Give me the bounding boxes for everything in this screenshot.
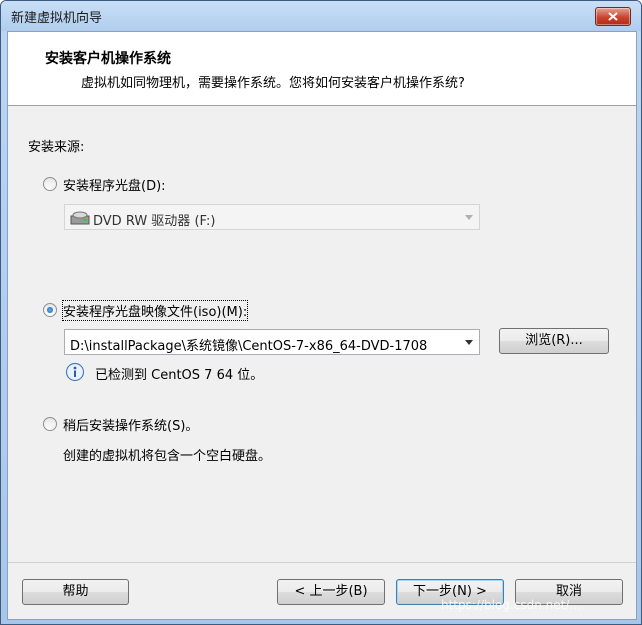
disc-drive-value: DVD RW 驱动器 (F:) <box>93 214 216 229</box>
wizard-body: 安装客户机操作系统 虚拟机如同物理机，需要操作系统。您将如何安装客户机操作系统?… <box>7 31 637 620</box>
help-button[interactable]: 帮助 <box>22 579 129 605</box>
iso-radio-label[interactable]: 安装程序光盘映像文件(iso)(M): <box>61 300 249 321</box>
chevron-down-icon <box>465 215 473 220</box>
disc-radio-label[interactable]: 安装程序光盘(D): <box>63 175 166 194</box>
page-subtitle: 虚拟机如同物理机，需要操作系统。您将如何安装客户机操作系统? <box>81 76 465 91</box>
close-button[interactable] <box>595 7 631 26</box>
install-source-label: 安装来源: <box>28 140 85 155</box>
detected-os-text: 已检测到 CentOS 7 64 位。 <box>95 368 264 383</box>
iso-path-value[interactable]: D:\installPackage\系统镜像\CentOS-7-x86_64-D… <box>70 335 427 354</box>
browse-button[interactable]: 浏览(R)... <box>499 328 609 354</box>
disc-radio[interactable] <box>43 177 57 191</box>
disc-drive-select[interactable]: DVD RW 驱动器 (F:) <box>64 204 480 230</box>
window-title: 新建虚拟机向导 <box>11 11 103 26</box>
later-radio-label[interactable]: 稍后安装操作系统(S)。 <box>63 415 198 434</box>
info-icon <box>65 362 85 382</box>
later-radio[interactable] <box>43 417 57 431</box>
close-icon <box>608 12 618 21</box>
wizard-header: 安装客户机操作系统 虚拟机如同物理机，需要操作系统。您将如何安装客户机操作系统? <box>8 32 636 106</box>
dvd-drive-icon <box>70 211 90 225</box>
title-bar[interactable]: 新建虚拟机向导 <box>1 1 641 31</box>
chevron-down-icon[interactable] <box>465 340 473 345</box>
page-title: 安装客户机操作系统 <box>45 51 171 67</box>
iso-radio[interactable] <box>43 303 57 317</box>
footer-divider <box>8 562 636 563</box>
watermark-text: https://blog.csdn.net/... <box>441 598 581 612</box>
wizard-window: 新建虚拟机向导 安装客户机操作系统 虚拟机如同物理机，需要操作系统。您将如何安装… <box>0 0 642 625</box>
back-button[interactable]: < 上一步(B) <box>277 579 385 605</box>
later-description: 创建的虚拟机将包含一个空白硬盘。 <box>63 449 272 464</box>
iso-path-combobox[interactable]: D:\installPackage\系统镜像\CentOS-7-x86_64-D… <box>64 329 480 355</box>
